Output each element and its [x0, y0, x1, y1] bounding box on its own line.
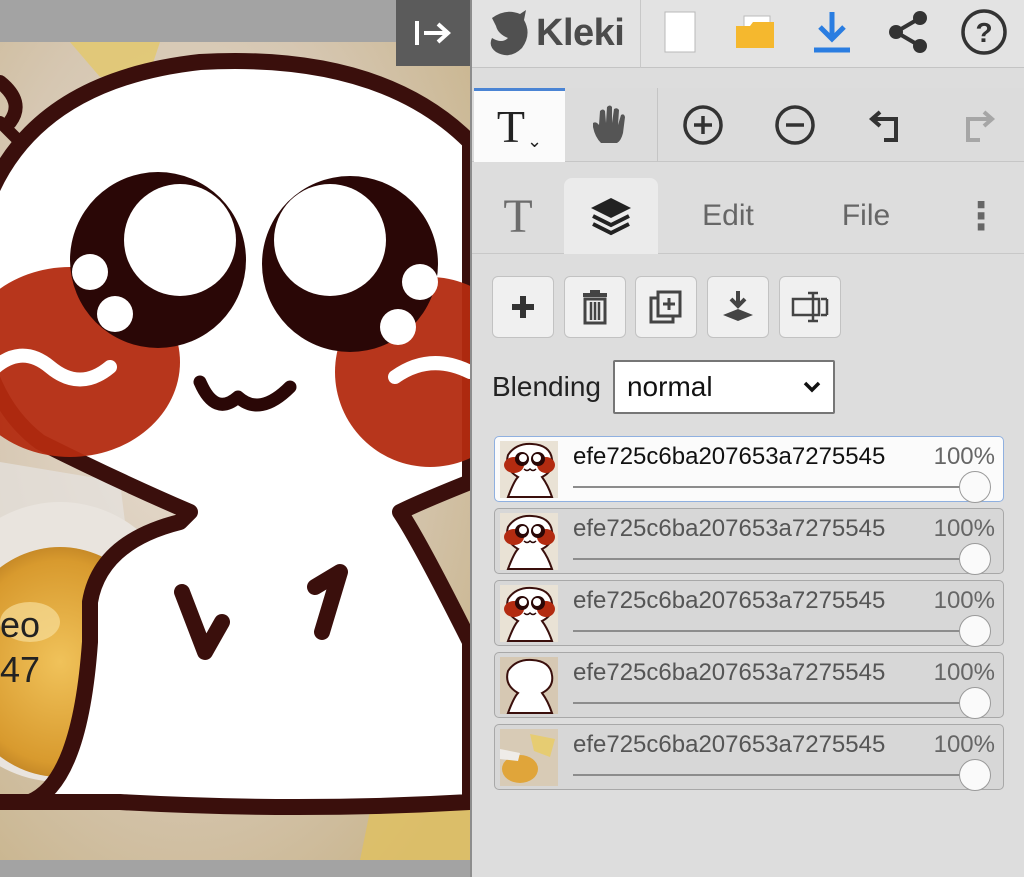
layer-thumbnail [500, 513, 558, 570]
text-cursor-icon [791, 291, 829, 323]
layer-opacity: 100% [933, 587, 995, 614]
top-bar: Kleki ? [472, 0, 1024, 68]
layer-opacity: 100% [933, 731, 995, 758]
hand-tool-button[interactable] [578, 94, 640, 156]
canvas-artwork [0, 42, 470, 860]
canvas-area[interactable]: eo 47 [0, 0, 470, 877]
undo-button[interactable] [856, 94, 918, 156]
divider [657, 88, 658, 162]
kleki-logo[interactable]: Kleki [486, 4, 625, 62]
tab-edit-label: Edit [702, 199, 754, 232]
layer-name: efe725c6ba207653a7275545 [573, 731, 886, 758]
open-file-button[interactable] [726, 2, 786, 62]
tab-edit[interactable]: Edit [668, 178, 788, 254]
opacity-slider-knob[interactable] [959, 471, 991, 503]
trash-icon [583, 290, 607, 325]
redo-button[interactable] [946, 94, 1008, 156]
layer-opacity: 100% [933, 659, 995, 686]
opacity-slider-knob[interactable] [959, 687, 991, 719]
new-document-button[interactable] [650, 2, 710, 62]
zoom-out-icon [775, 105, 815, 145]
opacity-slider[interactable] [573, 759, 991, 791]
duplicate-layer-button[interactable] [635, 276, 697, 338]
new-document-icon [664, 11, 696, 53]
layer-thumbnail [500, 585, 558, 642]
zoom-in-button[interactable] [672, 94, 734, 156]
rename-layer-button[interactable] [779, 276, 841, 338]
layer-thumbnail [500, 657, 558, 714]
blending-value: normal [626, 371, 713, 402]
more-menu-button[interactable]: ⋮ [956, 178, 1006, 254]
photo-text-line: eo [0, 604, 41, 645]
layer-thumbnail [500, 441, 558, 498]
app-name: Kleki [536, 11, 625, 54]
download-icon [814, 12, 850, 53]
layer-name: efe725c6ba207653a7275545 [573, 587, 886, 614]
more-vertical-icon: ⋮ [962, 195, 1000, 238]
layer-name: efe725c6ba207653a7275545 [573, 659, 886, 686]
tab-file-label: File [841, 199, 891, 232]
svg-text:?: ? [975, 17, 992, 48]
zoom-in-icon [683, 105, 723, 145]
opacity-slider[interactable] [573, 687, 991, 719]
divider [640, 0, 641, 68]
download-button[interactable] [802, 2, 862, 62]
zoom-out-button[interactable] [764, 94, 826, 156]
opacity-slider[interactable] [573, 471, 991, 503]
layer-name: efe725c6ba207653a7275545 [573, 443, 886, 470]
tab-text[interactable]: T [472, 178, 564, 254]
layer-row[interactable]: efe725c6ba207653a7275545 100% [494, 724, 1004, 791]
kleki-logo-icon [490, 10, 528, 56]
text-tool-button[interactable]: T ⌄ [474, 88, 565, 162]
redo-icon [966, 110, 996, 142]
layer-thumbnail [500, 729, 558, 786]
duplicate-icon [649, 290, 682, 324]
blending-label: Blending [492, 371, 601, 402]
panel-tabs: T Edit File ⋮ [472, 178, 1024, 254]
text-tool-icon: T [496, 101, 525, 152]
layer-row[interactable]: efe725c6ba207653a7275545 100% [494, 436, 1004, 503]
opacity-slider[interactable] [573, 543, 991, 575]
drawing-canvas[interactable]: eo 47 [0, 42, 470, 860]
merge-down-icon [723, 291, 753, 321]
chevron-down-icon [803, 381, 821, 393]
opacity-slider-knob[interactable] [959, 543, 991, 575]
tab-file[interactable]: File [806, 178, 926, 254]
layer-name: efe725c6ba207653a7275545 [573, 515, 886, 542]
chevron-down-icon: ⌄ [527, 131, 543, 151]
open-folder-icon [736, 15, 774, 48]
help-icon: ? [961, 9, 1007, 55]
layer-row[interactable]: efe725c6ba207653a7275545 100% [494, 580, 1004, 647]
share-button[interactable] [878, 2, 938, 62]
blending-select[interactable]: normal [612, 360, 835, 414]
help-button[interactable]: ? [954, 2, 1014, 62]
photo-text-line: 47 [0, 649, 41, 690]
tab-layers[interactable] [564, 178, 658, 254]
add-layer-button[interactable] [492, 276, 554, 338]
layers-icon [591, 198, 631, 236]
arrow-right-bar-icon [415, 21, 451, 45]
opacity-slider[interactable] [573, 615, 991, 647]
plus-icon [512, 296, 534, 318]
undo-icon [868, 110, 898, 142]
collapse-panel-button[interactable] [396, 0, 470, 66]
delete-layer-button[interactable] [564, 276, 626, 338]
text-tab-icon: T [503, 189, 533, 243]
layer-row[interactable]: efe725c6ba207653a7275545 100% [494, 652, 1004, 719]
blending-row: Blending normal [492, 360, 835, 414]
photo-text: eo 47 [0, 602, 40, 692]
merge-down-button[interactable] [707, 276, 769, 338]
opacity-slider-knob[interactable] [959, 615, 991, 647]
share-icon [889, 11, 927, 53]
tool-row: T ⌄ [472, 88, 1024, 162]
layer-row[interactable]: efe725c6ba207653a7275545 100% [494, 508, 1004, 575]
opacity-slider-knob[interactable] [959, 759, 991, 791]
layer-opacity: 100% [933, 443, 995, 470]
side-panel: Kleki ? T ⌄ T Edit File ⋮ Blending norma… [470, 0, 1024, 877]
hand-icon [593, 105, 625, 143]
layer-opacity: 100% [933, 515, 995, 542]
